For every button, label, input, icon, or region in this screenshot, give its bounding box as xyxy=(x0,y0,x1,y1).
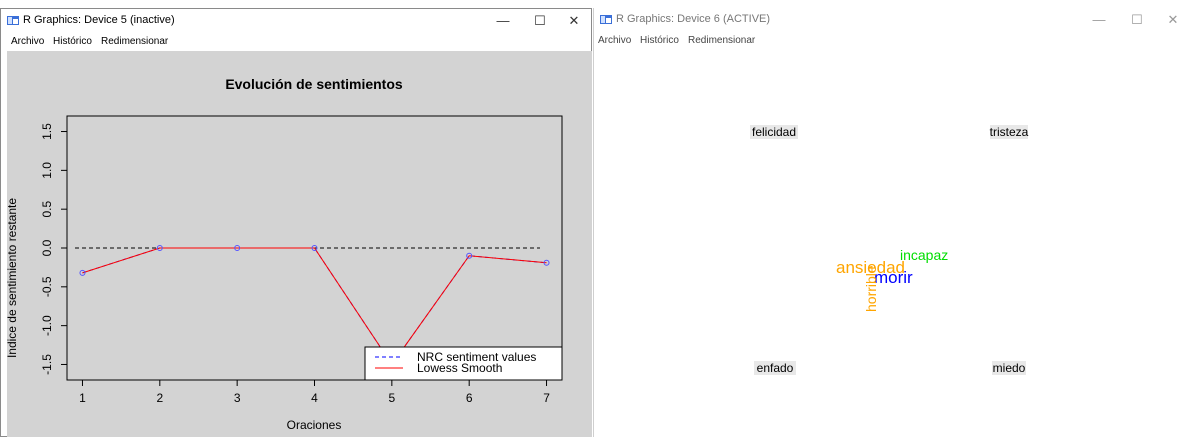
minimize-button[interactable]: — xyxy=(491,12,515,30)
x-axis-label: Oraciones xyxy=(287,418,342,432)
window-title: R Graphics: Device 6 (ACTIVE) xyxy=(616,13,771,25)
close-button[interactable]: ✕ xyxy=(562,12,586,30)
sentiment-line-chart: Evolución de sentimientos Oraciones Índi… xyxy=(4,76,563,432)
word-incapaz: incapaz xyxy=(900,247,948,263)
x-tick-label: 5 xyxy=(389,391,396,405)
x-tick-label: 6 xyxy=(466,391,473,405)
menu-archivo[interactable]: Archivo xyxy=(11,36,44,47)
title-bar[interactable]: R Graphics: Device 5 (inactive) — ☐ ✕ xyxy=(1,9,591,33)
title-bar[interactable]: R Graphics: Device 6 (ACTIVE) — ☐ ✕ xyxy=(594,8,1181,32)
r-graphics-window-device-5: R Graphics: Device 5 (inactive) — ☐ ✕ Ar… xyxy=(0,8,592,437)
x-tick-label: 7 xyxy=(543,391,550,405)
menu-archivo[interactable]: Archivo xyxy=(598,35,631,46)
close-button[interactable]: ✕ xyxy=(1161,11,1181,29)
menu-redimensionar[interactable]: Redimensionar xyxy=(101,36,168,47)
maximize-button[interactable]: ☐ xyxy=(1125,11,1149,29)
word-morir: morir xyxy=(874,268,913,287)
wordcloud-plot-area: felicidad tristeza enfado miedo incapaz … xyxy=(594,50,1181,436)
group-label-miedo: miedo xyxy=(993,361,1026,375)
maximize-button[interactable]: ☐ xyxy=(528,12,552,30)
x-tick-label: 3 xyxy=(234,391,241,405)
minimize-button[interactable]: — xyxy=(1087,11,1111,29)
word-horrible: horrible xyxy=(863,265,879,312)
menu-historico[interactable]: Histórico xyxy=(53,36,92,47)
y-tick-label: 0.0 xyxy=(40,239,54,256)
menu-historico[interactable]: Histórico xyxy=(640,35,679,46)
group-label-tristeza: tristeza xyxy=(990,125,1029,139)
r-graphics-app-icon xyxy=(7,16,19,25)
group-label-felicidad: felicidad xyxy=(752,125,796,139)
sentiment-plot-area: Evolución de sentimientos Oraciones Índi… xyxy=(4,51,592,437)
x-tick-label: 4 xyxy=(311,391,318,405)
y-tick-label: 1.5 xyxy=(40,123,54,140)
menu-redimensionar[interactable]: Redimensionar xyxy=(688,35,755,46)
y-tick-label: -1.5 xyxy=(40,354,54,375)
chart-title: Evolución de sentimientos xyxy=(225,76,403,92)
y-axis-label: Índice de sentimiento restante xyxy=(7,198,19,358)
legend-label: Lowess Smooth xyxy=(417,361,502,375)
y-tick-label: 1.0 xyxy=(40,162,54,179)
r-graphics-window-device-6: R Graphics: Device 6 (ACTIVE) — ☐ ✕ Arch… xyxy=(593,8,1181,437)
y-tick-label: -1.0 xyxy=(40,315,54,336)
r-graphics-app-icon xyxy=(600,15,612,24)
y-tick-label: 0.5 xyxy=(40,201,54,218)
group-label-enfado: enfado xyxy=(757,361,794,375)
x-tick-label: 2 xyxy=(156,391,163,405)
y-tick-label: -0.5 xyxy=(40,276,54,297)
x-tick-label: 1 xyxy=(79,391,86,405)
menu-bar: Archivo Histórico Redimensionar xyxy=(1,34,591,50)
comparison-wordcloud: felicidad tristeza enfado miedo incapaz … xyxy=(750,125,1029,375)
menu-bar: Archivo Histórico Redimensionar xyxy=(594,33,1181,49)
window-title: R Graphics: Device 5 (inactive) xyxy=(23,14,175,26)
